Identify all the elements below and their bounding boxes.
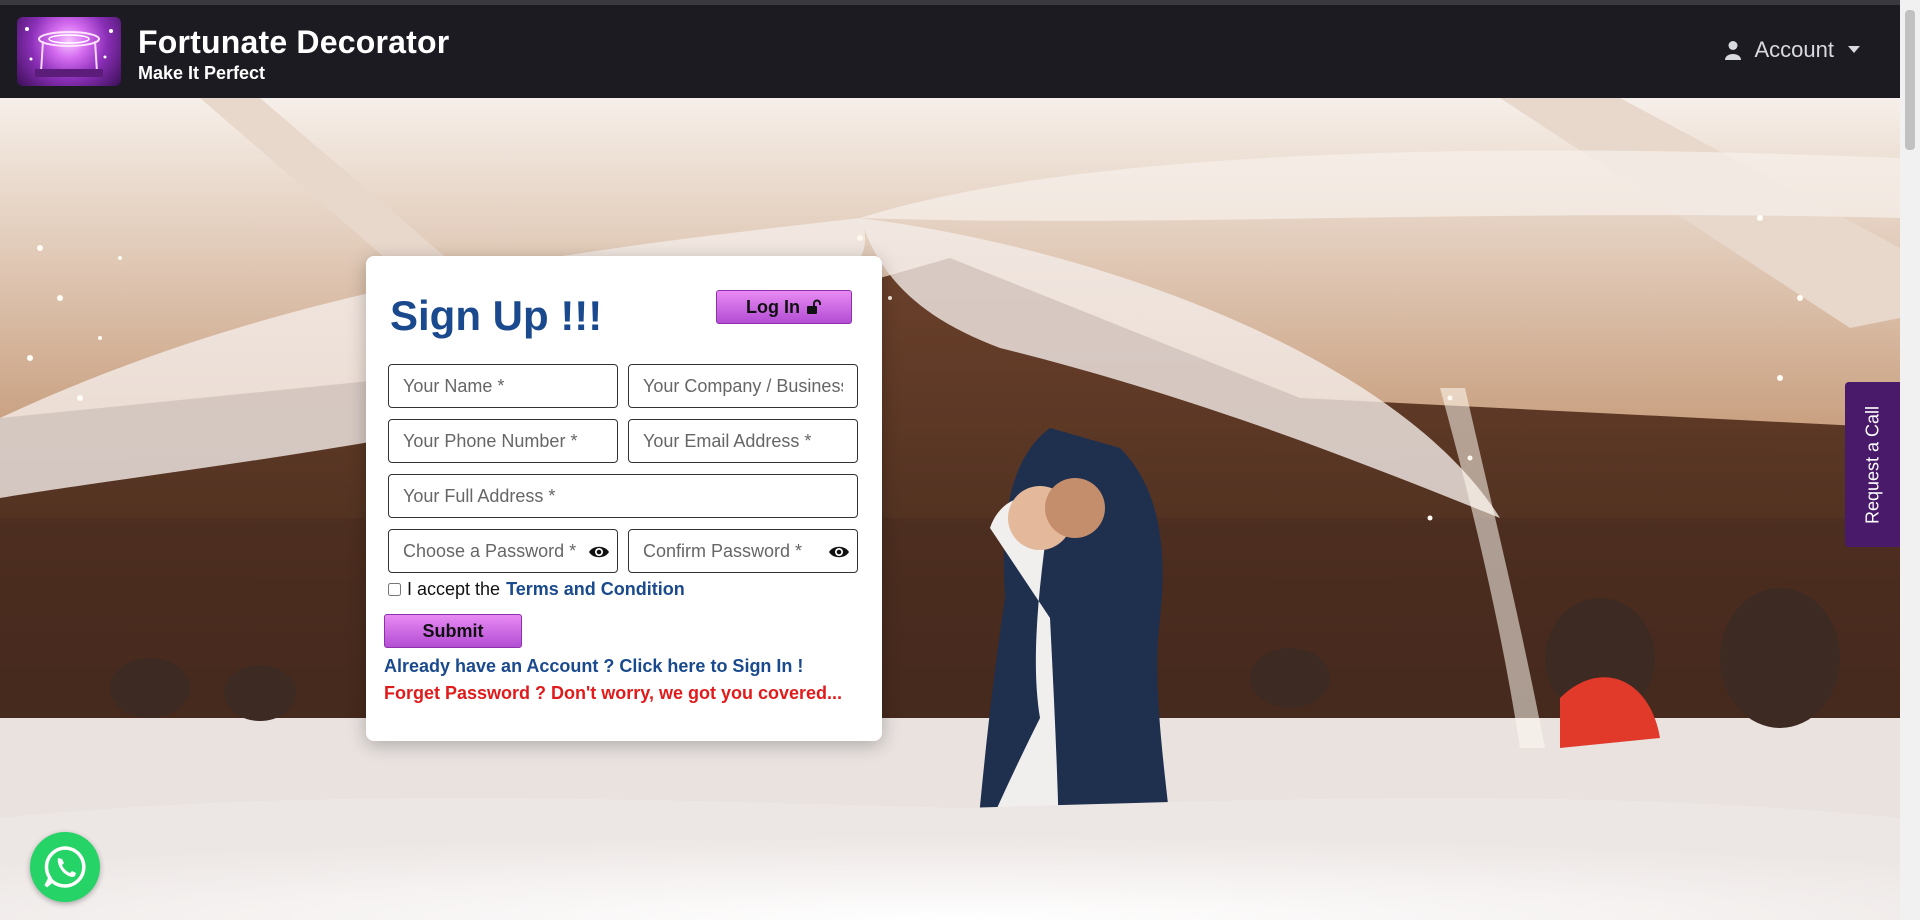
brand-tagline: Make It Perfect <box>138 63 266 83</box>
wedding-dance-photo <box>0 98 1900 920</box>
submit-button[interactable]: Submit <box>384 614 522 648</box>
phone-input[interactable] <box>388 419 618 463</box>
whatsapp-button[interactable] <box>30 832 100 902</box>
forgot-password-link[interactable]: Forget Password ? Don't worry, we got yo… <box>384 683 842 704</box>
signup-title: Sign Up !!! <box>390 292 603 339</box>
caret-down-icon <box>1848 46 1860 53</box>
password-input[interactable] <box>388 529 618 573</box>
address-input[interactable] <box>388 474 858 518</box>
unlock-icon <box>806 299 821 314</box>
terms-link[interactable]: Terms and Condition <box>506 579 685 600</box>
whatsapp-icon <box>44 846 86 888</box>
signin-link[interactable]: Already have an Account ? Click here to … <box>384 656 803 677</box>
decor-stage-logo-icon <box>25 27 113 77</box>
company-input[interactable] <box>628 364 858 408</box>
login-button[interactable]: Log In <box>716 290 852 324</box>
terms-row: I accept the Terms and Condition <box>388 579 685 600</box>
login-button-label: Log In <box>746 296 800 317</box>
signup-card: Sign Up !!! Log In I accept the Terms an… <box>366 256 882 741</box>
scrollbar-thumb[interactable] <box>1905 10 1915 150</box>
account-label: Account <box>1754 37 1835 62</box>
terms-checkbox[interactable] <box>388 583 401 596</box>
terms-prefix: I accept the <box>407 579 501 599</box>
eye-icon[interactable] <box>588 543 610 561</box>
brand-logo[interactable] <box>17 17 121 86</box>
request-call-tab[interactable]: Request a Call <box>1845 382 1900 547</box>
account-menu[interactable]: Account <box>1724 37 1860 63</box>
name-input[interactable] <box>388 364 618 408</box>
confirm-password-input[interactable] <box>628 529 858 573</box>
email-input[interactable] <box>628 419 858 463</box>
eye-icon[interactable] <box>828 543 850 561</box>
request-call-label: Request a Call <box>1862 405 1882 524</box>
navbar: Fortunate Decorator Make It Perfect Acco… <box>0 5 1900 99</box>
brand-title[interactable]: Fortunate Decorator <box>138 24 449 61</box>
user-icon <box>1724 41 1741 60</box>
hero-background-image <box>0 98 1900 920</box>
